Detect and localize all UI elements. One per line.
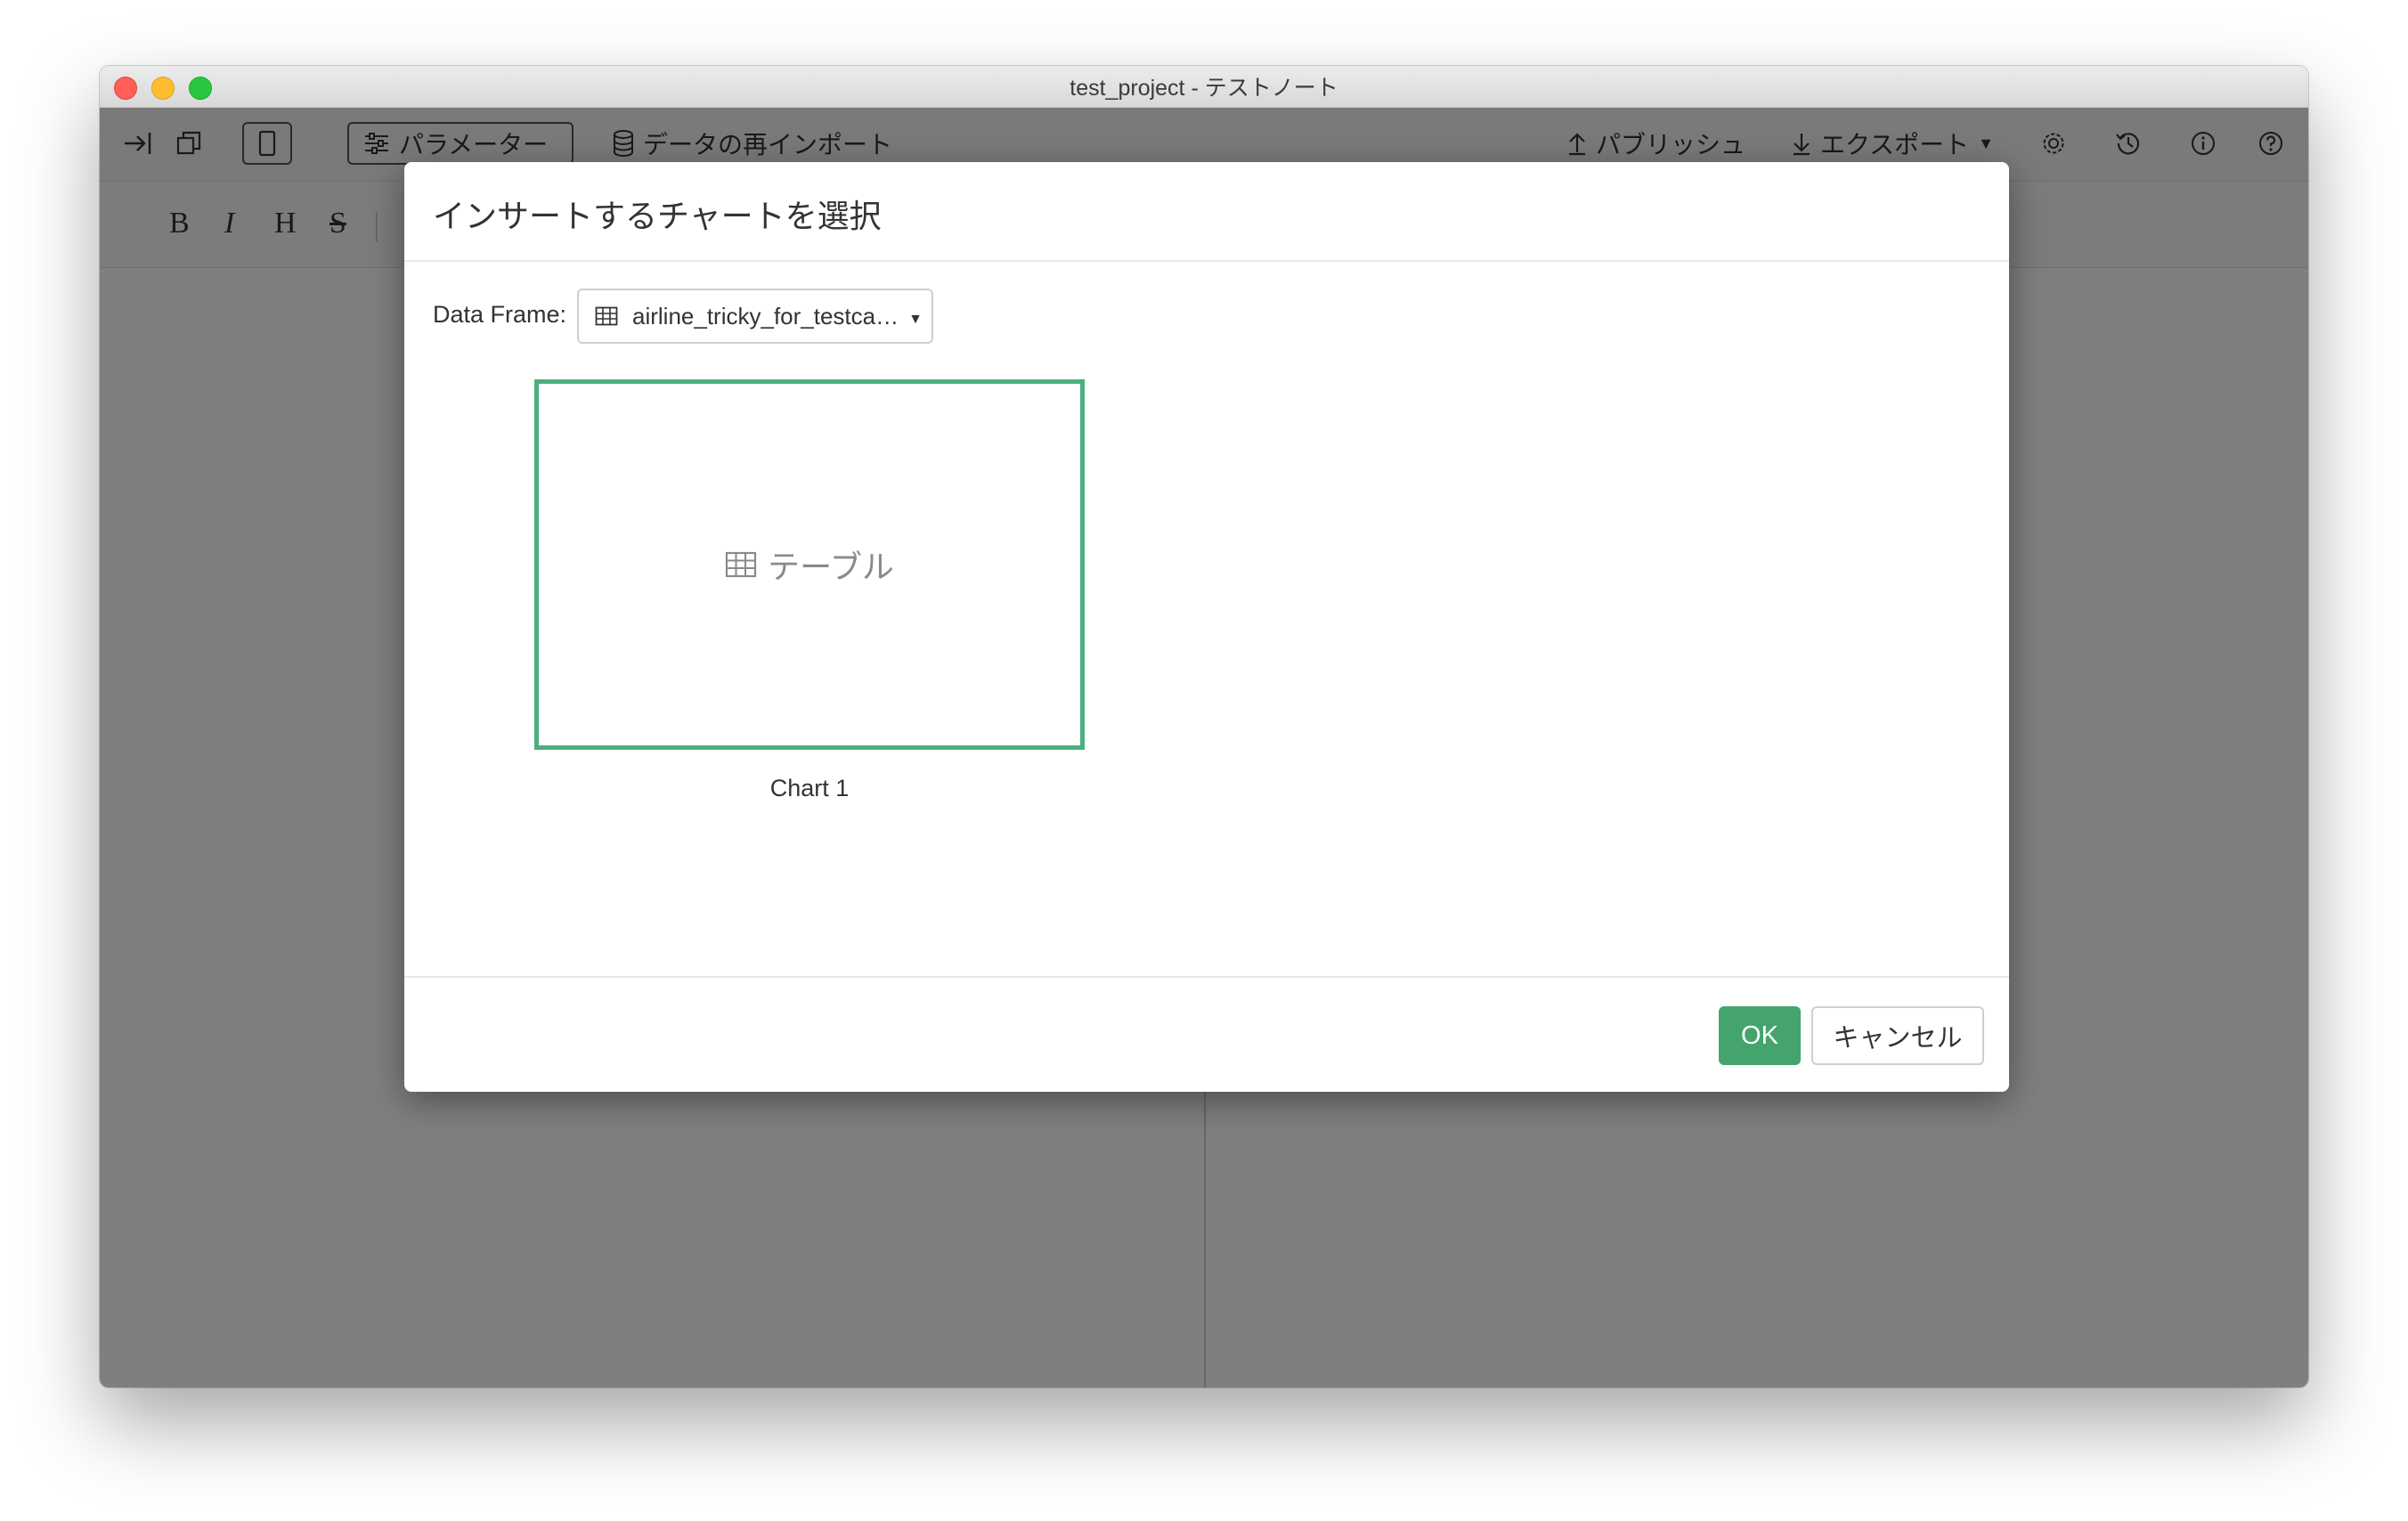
data-frame-value: airline_tricky_for_testca… <box>632 302 899 329</box>
data-frame-select[interactable]: airline_tricky_for_testca… ▼ <box>577 289 933 344</box>
cancel-button[interactable]: キャンセル <box>1811 1006 1984 1065</box>
chart-caption: Chart 1 <box>769 775 850 801</box>
maximize-window-button[interactable] <box>189 77 212 100</box>
dialog-footer-divider <box>404 976 2009 978</box>
window-controls <box>114 77 212 100</box>
ok-button[interactable]: OK <box>1719 1006 1801 1065</box>
chart-type: テーブル <box>725 541 894 588</box>
chart-option-card[interactable]: テーブル <box>534 379 1085 750</box>
data-frame-label: Data Frame: <box>433 301 567 328</box>
minimize-window-button[interactable] <box>151 77 175 100</box>
table-icon <box>725 551 757 578</box>
table-icon <box>595 306 618 326</box>
dialog-header: インサートするチャートを選択 <box>404 162 2009 262</box>
title-bar: test_project - テストノート <box>100 66 2308 108</box>
close-window-button[interactable] <box>114 77 137 100</box>
window-title: test_project - テストノート <box>1070 76 1338 101</box>
chart-type-label: テーブル <box>768 549 894 585</box>
caret-down-icon: ▼ <box>908 312 923 327</box>
insert-chart-dialog: インサートするチャートを選択 Data Frame: airline_trick… <box>404 162 2009 1092</box>
dialog-title: インサートするチャートを選択 <box>433 198 882 234</box>
